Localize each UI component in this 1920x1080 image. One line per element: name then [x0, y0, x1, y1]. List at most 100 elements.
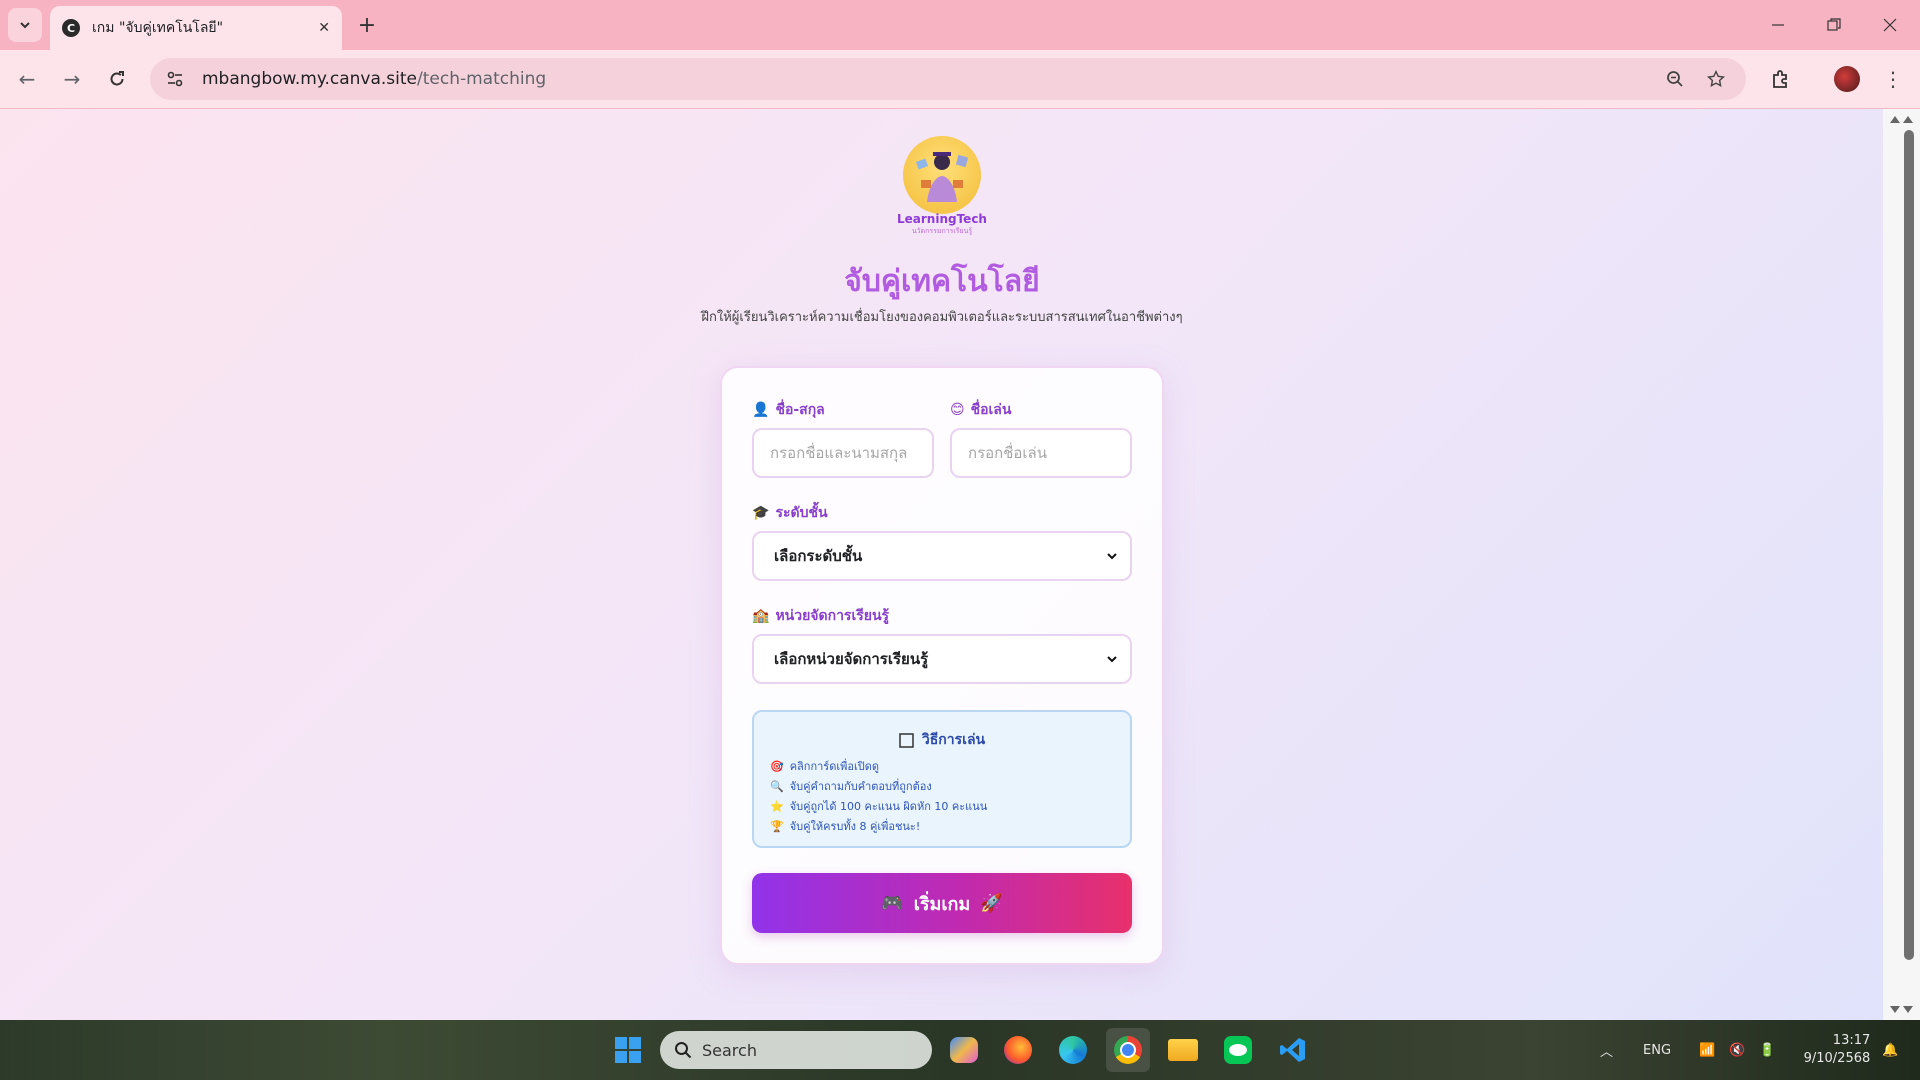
smile-icon: 😊	[950, 402, 965, 418]
extensions-button[interactable]	[1764, 62, 1798, 96]
edge-button[interactable]	[1051, 1028, 1095, 1072]
file-explorer-button[interactable]	[1161, 1028, 1205, 1072]
fullname-label-text: ชื่อ-สกุล	[775, 402, 825, 418]
howto-title: วิธีการเล่น	[754, 729, 1130, 751]
reload-icon	[110, 71, 124, 86]
grade-label: 🎓 ระดับชั้น	[752, 502, 828, 524]
gamepad-icon: 🎮	[881, 892, 904, 914]
target-icon: 🎯	[770, 759, 784, 773]
unit-label: 🏫 หน่วยจัดการเรียนรู้	[752, 605, 889, 627]
close-window-button[interactable]	[1862, 0, 1918, 50]
zoom-button[interactable]	[1658, 62, 1692, 96]
howto-item-text: จับคู่คำถามกับคำตอบที่ถูกต้อง	[789, 780, 932, 793]
list-item: 🎯 คลิกการ์ดเพื่อเปิดดู	[770, 756, 987, 776]
address-bar[interactable]: mbangbow.my.canva.site/tech-matching	[150, 58, 1746, 100]
browser-toolbar: ← → mbangbow.my.canva.site/tech-matching…	[0, 50, 1920, 109]
line-app-button[interactable]	[1216, 1028, 1260, 1072]
nickname-label: 😊 ชื่อเล่น	[950, 399, 1011, 421]
url-text: mbangbow.my.canva.site/tech-matching	[202, 69, 546, 89]
fullname-input[interactable]	[752, 428, 934, 478]
list-item: 🔍 จับคู่คำถามกับคำตอบที่ถูกต้อง	[770, 776, 987, 796]
minimize-button[interactable]	[1750, 0, 1806, 50]
fullname-label: 👤 ชื่อ-สกุล	[752, 399, 825, 421]
howto-title-text: วิธีการเล่น	[921, 732, 986, 748]
firefox-icon	[1004, 1036, 1032, 1064]
start-game-label: เริ่มเกม	[913, 893, 971, 915]
language-indicator[interactable]: ENG	[1643, 1043, 1671, 1058]
minimize-icon	[1772, 24, 1784, 26]
battery-icon[interactable]: 🔋	[1759, 1043, 1775, 1058]
restore-icon	[1827, 18, 1841, 31]
chevron-down-icon	[1107, 656, 1117, 663]
school-icon: 🏫	[752, 608, 770, 624]
graduate-illustration-icon	[915, 152, 969, 202]
more-vert-icon: ⋮	[1883, 67, 1903, 91]
tab-title: เกม "จับคู่เทคโนโลยี"	[92, 20, 224, 36]
scroll-down-icon	[1890, 1006, 1913, 1013]
url-host: mbangbow.my.canva.site	[202, 69, 417, 89]
reload-button[interactable]	[100, 62, 134, 96]
unit-select[interactable]: เลือกหน่วยจัดการเรียนรู้	[752, 634, 1132, 684]
scroll-up-icon	[1890, 116, 1913, 123]
firefox-button[interactable]	[996, 1028, 1040, 1072]
search-icon	[675, 1042, 692, 1059]
vscode-button[interactable]	[1271, 1028, 1315, 1072]
menu-button[interactable]: ⋮	[1876, 62, 1910, 96]
grade-selected-value: เลือกระดับชั้น	[774, 547, 863, 565]
nickname-input[interactable]	[950, 428, 1132, 478]
star-icon: ⭐	[770, 799, 784, 813]
arrow-right-icon: →	[63, 67, 81, 91]
unit-label-text: หน่วยจัดการเรียนรู้	[775, 608, 890, 624]
windows-taskbar: Search ︿ ENG 📶 🔇 🔋 13:17 9/10/2568 🔔	[0, 1020, 1920, 1080]
page-title: จับคู่เทคโนโลยี	[844, 264, 1040, 299]
chrome-button[interactable]	[1106, 1028, 1150, 1072]
chrome-icon	[1114, 1036, 1142, 1064]
notification-bell-icon[interactable]: 🔔	[1882, 1043, 1898, 1058]
person-icon: 👤	[752, 402, 770, 418]
windows-logo-icon	[615, 1037, 641, 1063]
forward-button[interactable]: →	[55, 62, 89, 96]
chevron-down-icon	[20, 22, 30, 29]
site-info-button[interactable]	[158, 62, 192, 96]
grade-select[interactable]: เลือกระดับชั้น	[752, 531, 1132, 581]
chevron-up-icon[interactable]: ︿	[1600, 1041, 1613, 1060]
rocket-icon: 🚀	[980, 892, 1003, 914]
list-item: 🏆 จับคู่ให้ครบทั้ง 8 คู่เพื่อชนะ!	[770, 816, 987, 836]
arrow-left-icon: ←	[18, 67, 36, 91]
unit-selected-value: เลือกหน่วยจัดการเรียนรู้	[774, 650, 929, 668]
new-tab-button[interactable]: +	[352, 10, 382, 40]
bookmark-button[interactable]	[1699, 62, 1733, 96]
profile-button[interactable]	[1830, 62, 1864, 96]
back-button[interactable]: ←	[10, 62, 44, 96]
star-icon	[1707, 70, 1725, 88]
scrollbar-thumb[interactable]	[1904, 130, 1914, 960]
wifi-icon[interactable]: 📶	[1699, 1043, 1715, 1058]
close-tab-icon[interactable]: ✕	[318, 20, 330, 36]
magnifier-icon: 🔍	[770, 779, 784, 793]
clock-time: 13:17	[1832, 1033, 1871, 1048]
howto-item-text: จับคู่ให้ครบทั้ง 8 คู่เพื่อชนะ!	[789, 820, 921, 833]
tab-search-button[interactable]	[8, 8, 42, 42]
tab-bar: C เกม "จับคู่เทคโนโลยี" ✕ +	[0, 0, 1920, 50]
list-item: ⭐ จับคู่ถูกได้ 100 คะแนน ผิดหัก 10 คะแนน	[770, 796, 987, 816]
start-button[interactable]	[606, 1028, 650, 1072]
taskbar-search[interactable]: Search	[660, 1031, 932, 1069]
system-tray: ︿ ENG 📶 🔇 🔋 13:17 9/10/2568 🔔	[1600, 1020, 1898, 1080]
zoom-out-icon	[1667, 71, 1683, 87]
grade-label-text: ระดับชั้น	[775, 505, 828, 521]
vscode-icon	[1280, 1038, 1305, 1062]
close-icon	[1883, 18, 1897, 32]
clock[interactable]: 13:17 9/10/2568	[1804, 1032, 1871, 1068]
copilot-button[interactable]	[942, 1028, 986, 1072]
copilot-icon	[950, 1037, 978, 1063]
scrollbar-track[interactable]	[1883, 109, 1920, 1020]
restore-button[interactable]	[1806, 0, 1862, 50]
page-subtitle: ฝึกให้ผู้เรียนวิเคราะห์ความเชื่อมโยงของค…	[701, 310, 1183, 325]
howto-list: 🎯 คลิกการ์ดเพื่อเปิดดู 🔍 จับคู่คำถามกับคำต…	[770, 756, 987, 836]
volume-muted-icon[interactable]: 🔇	[1729, 1043, 1745, 1058]
active-tab[interactable]: C เกม "จับคู่เทคโนโลยี" ✕	[50, 6, 342, 50]
url-path: /tech-matching	[417, 69, 547, 89]
tune-icon	[167, 71, 183, 87]
search-label: Search	[702, 1040, 757, 1060]
start-game-button[interactable]: 🎮 เริ่มเกม 🚀	[752, 873, 1132, 933]
